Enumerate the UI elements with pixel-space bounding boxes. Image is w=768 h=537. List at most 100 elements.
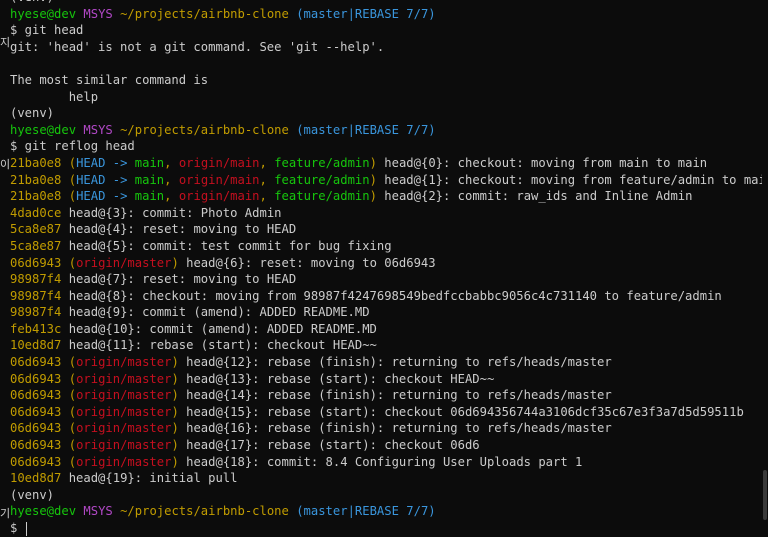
ref-name: feature/admin: [274, 189, 370, 204]
ref-name: ,: [164, 189, 179, 204]
text-cursor[interactable]: [25, 521, 27, 536]
line-text: (venv): [10, 0, 54, 4]
reflog-message: head@{19}: initial pull: [61, 471, 238, 486]
ref-paren: (: [61, 438, 77, 453]
ref-paren: ): [171, 454, 179, 469]
terminal-line: The most similar command is: [10, 72, 768, 89]
terminal-line: 21ba0e8 (HEAD -> main, origin/main, feat…: [10, 172, 768, 189]
terminal-line: 06d6943 (origin/master) head@{6}: reset:…: [10, 255, 768, 272]
prompt-branch-status: (master|REBASE 7/7): [296, 504, 436, 519]
commit-hash: 06d6943: [10, 388, 62, 403]
reflog-message: head@{7}: reset: moving to HEAD: [61, 272, 297, 287]
ref-name: origin/master: [76, 421, 172, 436]
ref-paren: (: [61, 172, 77, 187]
terminal-line: 06d6943 (origin/master) head@{14}: rebas…: [10, 387, 768, 404]
reflog-message: head@{18}: commit: 8.4 Configuring User …: [178, 454, 583, 469]
ref-name: ,: [164, 172, 179, 187]
terminal-line: (venv): [10, 487, 768, 504]
reflog-message: head@{15}: rebase (start): checkout 06d6…: [178, 404, 744, 419]
terminal-line: 06d6943 (origin/master) head@{12}: rebas…: [10, 354, 768, 371]
reflog-message: head@{6}: reset: moving to 06d6943: [178, 255, 436, 270]
terminal-output[interactable]: (venv)hyese@dev MSYS ~/projects/airbnb-c…: [0, 0, 768, 537]
commit-hash: 06d6943: [10, 421, 62, 436]
ref-name: origin/main: [178, 189, 260, 204]
terminal-line: 98987f4 head@{7}: reset: moving to HEAD: [10, 271, 768, 288]
line-text: git: 'head' is not a git command. See 'g…: [10, 39, 385, 54]
prompt-path: ~/projects/airbnb-clone: [120, 6, 289, 21]
terminal-line: $ git head: [10, 22, 768, 39]
ref-paren: ): [369, 189, 377, 204]
terminal-line: $ git reflog head: [10, 138, 768, 155]
prompt-user-host: hyese@dev: [10, 504, 77, 519]
terminal-line: 98987f4 head@{8}: checkout: moving from …: [10, 288, 768, 305]
prompt-system: MSYS: [83, 504, 113, 519]
terminal-line: 10ed8d7 head@{19}: initial pull: [10, 470, 768, 487]
prompt-system: MSYS: [83, 122, 113, 137]
ref-paren: ): [369, 172, 377, 187]
reflog-message: head@{10}: commit (amend): ADDED README.…: [61, 321, 377, 336]
line-text: (venv): [10, 487, 55, 502]
commit-hash: 4dad0ce: [10, 205, 62, 220]
line-text: $ git head: [10, 23, 84, 38]
reflog-message: head@{11}: rebase (start): checkout HEAD…: [61, 338, 377, 353]
terminal-line: 10ed8d7 head@{11}: rebase (start): check…: [10, 337, 768, 354]
ref-paren: ): [171, 255, 179, 270]
ref-paren: ): [369, 155, 377, 170]
reflog-message: head@{13}: rebase (start): checkout HEAD…: [178, 371, 495, 386]
reflog-message: head@{8}: checkout: moving from 98987f42…: [61, 288, 722, 303]
commit-hash: 98987f4: [10, 288, 62, 303]
commit-hash: 06d6943: [10, 355, 62, 370]
prompt-branch-status: (master|REBASE 7/7): [296, 122, 436, 137]
commit-hash: 06d6943: [10, 404, 62, 419]
gutter-fragment: 지: [0, 36, 11, 49]
terminal-line: 5ca8e87 head@{4}: reset: moving to HEAD: [10, 221, 768, 238]
reflog-message: head@{4}: reset: moving to HEAD: [61, 222, 297, 237]
terminal-line: hyese@dev MSYS ~/projects/airbnb-clone (…: [10, 503, 768, 520]
commit-hash: 98987f4: [10, 305, 62, 320]
commit-hash: 5ca8e87: [10, 238, 62, 253]
line-text: help: [10, 89, 99, 104]
terminal-line: 06d6943 (origin/master) head@{13}: rebas…: [10, 371, 768, 388]
ref-paren: ): [171, 355, 179, 370]
commit-hash: 10ed8d7: [10, 471, 62, 486]
terminal-line: 06d6943 (origin/master) head@{18}: commi…: [10, 454, 768, 471]
reflog-message: head@{17}: rebase (start): checkout 06d6: [178, 438, 480, 453]
ref-paren: (: [61, 454, 77, 469]
ref-name: origin/master: [76, 454, 172, 469]
reflog-message: head@{3}: commit: Photo Admin: [61, 205, 282, 220]
ref-name: main: [134, 155, 165, 170]
ref-paren: (: [61, 255, 77, 270]
ref-name: feature/admin: [274, 155, 370, 170]
ref-paren: (: [61, 371, 77, 386]
ref-name: origin/master: [76, 255, 172, 270]
terminal-line: 98987f4 head@{9}: commit (amend): ADDED …: [10, 304, 768, 321]
ref-name: HEAD ->: [76, 172, 135, 187]
ref-name: HEAD ->: [76, 189, 135, 204]
reflog-message: head@{2}: commit: raw_ids and Inline Adm…: [376, 189, 693, 204]
commit-hash: 98987f4: [10, 272, 62, 287]
ref-name: origin/main: [178, 172, 260, 187]
ref-name: ,: [259, 189, 275, 204]
scrollbar-thumb[interactable]: [763, 470, 767, 520]
ref-paren: ): [171, 388, 179, 403]
terminal-line: 06d6943 (origin/master) head@{16}: rebas…: [10, 420, 768, 437]
ref-name: origin/master: [76, 404, 172, 419]
commit-hash: 06d6943: [10, 255, 62, 270]
ref-name: origin/master: [76, 388, 172, 403]
ref-paren: (: [61, 189, 77, 204]
ref-paren: (: [61, 404, 77, 419]
terminal-line: 21ba0e8 (HEAD -> main, origin/main, feat…: [10, 155, 768, 172]
reflog-message: head@{1}: checkout: moving from feature/…: [376, 172, 768, 187]
line-text: $ git reflog head: [10, 139, 135, 154]
line-text: The most similar command is: [10, 72, 209, 87]
ref-name: main: [134, 189, 165, 204]
commit-hash: 21ba0e8: [10, 189, 62, 204]
ref-paren: (: [61, 155, 77, 170]
reflog-message: head@{0}: checkout: moving from main to …: [376, 155, 708, 170]
commit-hash: 06d6943: [10, 371, 62, 386]
reflog-message: head@{9}: commit (amend): ADDED README.M…: [61, 305, 370, 320]
commit-hash: 21ba0e8: [10, 155, 62, 170]
scrollbar[interactable]: [762, 0, 768, 537]
prompt-user-host: hyese@dev: [10, 6, 77, 21]
